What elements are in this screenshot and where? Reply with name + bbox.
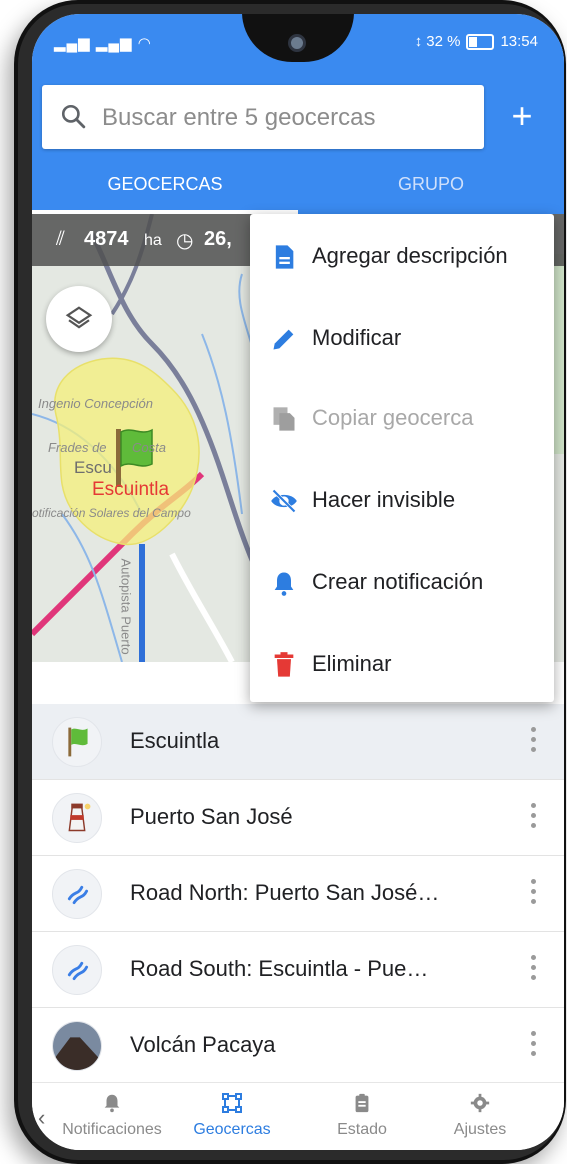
- signal-wifi-indicators: ▂▄▆ ▂▄▆ ◠: [54, 35, 152, 52]
- map-label-frades: Frades de: [48, 440, 107, 455]
- list-item-name: Volcán Pacaya: [130, 1032, 276, 1057]
- clock: 13:54: [500, 33, 538, 50]
- battery-percent: 32 %: [426, 33, 461, 50]
- app-screen: ▂▄▆ ▂▄▆ ◠ ↕ 32 % 13:54 + GEOCERCAS GRUPO: [32, 14, 564, 1150]
- map-label-escuintla: Escuintla: [92, 479, 170, 500]
- more-options-icon[interactable]: [528, 952, 538, 988]
- area-icon: ⫽: [56, 228, 65, 250]
- menu-item-hacer-invisible[interactable]: Hacer invisible: [250, 460, 554, 540]
- status-right: ↕ 32 % 13:54: [415, 33, 538, 50]
- map-label-autopista: Autopista Puerto: [118, 558, 134, 655]
- bottom-navigation: ‹ Notificaciones Geocercas Estado Ajuste…: [32, 1082, 564, 1150]
- battery-icon: [466, 33, 495, 50]
- vibrate-icon: ↕: [414, 33, 423, 50]
- list-item-name: Puerto San José: [130, 804, 293, 829]
- area-value: 4874: [84, 228, 129, 250]
- list-item[interactable]: Puerto San José: [32, 780, 564, 856]
- area-unit: ha: [144, 232, 162, 249]
- more-options-icon[interactable]: [528, 1028, 538, 1064]
- green-flag-icon: [52, 717, 102, 767]
- list-item[interactable]: Road South: Escuintla - Pue…: [32, 932, 564, 1008]
- nav-label: Geocercas: [193, 1121, 271, 1138]
- bell-icon: [104, 1094, 120, 1113]
- nav-ajustes[interactable]: Ajustes: [420, 1091, 540, 1139]
- nav-label: Notificaciones: [62, 1121, 162, 1138]
- list-item[interactable]: Volcán Pacaya: [32, 1008, 564, 1084]
- clock-icon: ◷: [176, 230, 194, 252]
- pencil-icon: [273, 329, 294, 350]
- search-box[interactable]: [42, 85, 484, 149]
- list-item-name: Road North: Puerto San José…: [130, 880, 440, 905]
- road-icon: [52, 945, 102, 995]
- menu-item-crear-notificacion[interactable]: Crear notificación: [250, 542, 554, 622]
- menu-item-label: Hacer invisible: [312, 487, 456, 512]
- time-value: 26,: [204, 228, 232, 250]
- search-input[interactable]: [100, 95, 474, 141]
- more-options-icon[interactable]: [528, 724, 538, 760]
- map-label-escu: Escu: [74, 458, 112, 477]
- menu-item-agregar-descripcion[interactable]: Agregar descripción: [250, 216, 554, 296]
- list-item-name: Escuintla: [130, 728, 220, 753]
- map-label-costa: Costa: [132, 440, 166, 455]
- map-label-lotificacion: otificación Solares del Campo: [32, 506, 191, 520]
- volcano-photo: [52, 1021, 102, 1071]
- bell-icon: [274, 572, 294, 596]
- map-layers-button[interactable]: [46, 286, 112, 352]
- menu-item-eliminar[interactable]: Eliminar: [250, 624, 554, 704]
- list-item-name: Road South: Escuintla - Pue…: [130, 956, 429, 981]
- nav-label: Estado: [337, 1121, 387, 1138]
- search-icon: [61, 104, 86, 129]
- nav-geocercas[interactable]: Geocercas: [172, 1091, 292, 1139]
- layers-icon: [65, 306, 93, 329]
- nav-label: Ajustes: [453, 1121, 507, 1138]
- more-options-icon[interactable]: [528, 800, 538, 836]
- nav-estado[interactable]: Estado: [302, 1091, 422, 1139]
- menu-item-label: Copiar geocerca: [312, 405, 474, 430]
- lighthouse-icon: [52, 793, 102, 843]
- gear-icon: [470, 1093, 490, 1113]
- menu-item-modificar[interactable]: Modificar: [250, 298, 554, 378]
- menu-item-label: Eliminar: [312, 651, 392, 676]
- tab-bar: GEOCERCAS GRUPO: [32, 166, 564, 214]
- nav-notificaciones[interactable]: Notificaciones: [52, 1091, 172, 1139]
- menu-item-label: Modificar: [312, 325, 402, 350]
- eye-off-icon: [271, 489, 297, 513]
- copy-icon: [273, 407, 295, 431]
- front-camera: [288, 34, 306, 52]
- polygon-icon: [222, 1093, 242, 1113]
- tab-grupo[interactable]: GRUPO: [298, 166, 564, 214]
- context-menu: Agregar descripción Modificar Copiar geo…: [250, 214, 554, 702]
- list-item[interactable]: Escuintla: [32, 704, 564, 780]
- menu-item-label: Crear notificación: [312, 569, 484, 594]
- add-geofence-button[interactable]: +: [502, 96, 542, 136]
- tab-geocercas[interactable]: GEOCERCAS: [32, 166, 298, 214]
- road-icon: [52, 869, 102, 919]
- document-icon: [275, 245, 294, 269]
- trash-icon: [274, 652, 294, 677]
- list-item[interactable]: Road North: Puerto San José…: [32, 856, 564, 932]
- menu-item-copiar-geocerca[interactable]: Copiar geocerca: [250, 378, 554, 458]
- menu-item-label: Agregar descripción: [312, 243, 508, 268]
- map-label-ingenio: Ingenio Concepción: [38, 396, 153, 411]
- clipboard-icon: [355, 1093, 369, 1113]
- more-options-icon[interactable]: [528, 876, 538, 912]
- chevron-left-icon[interactable]: ‹: [38, 1105, 45, 1131]
